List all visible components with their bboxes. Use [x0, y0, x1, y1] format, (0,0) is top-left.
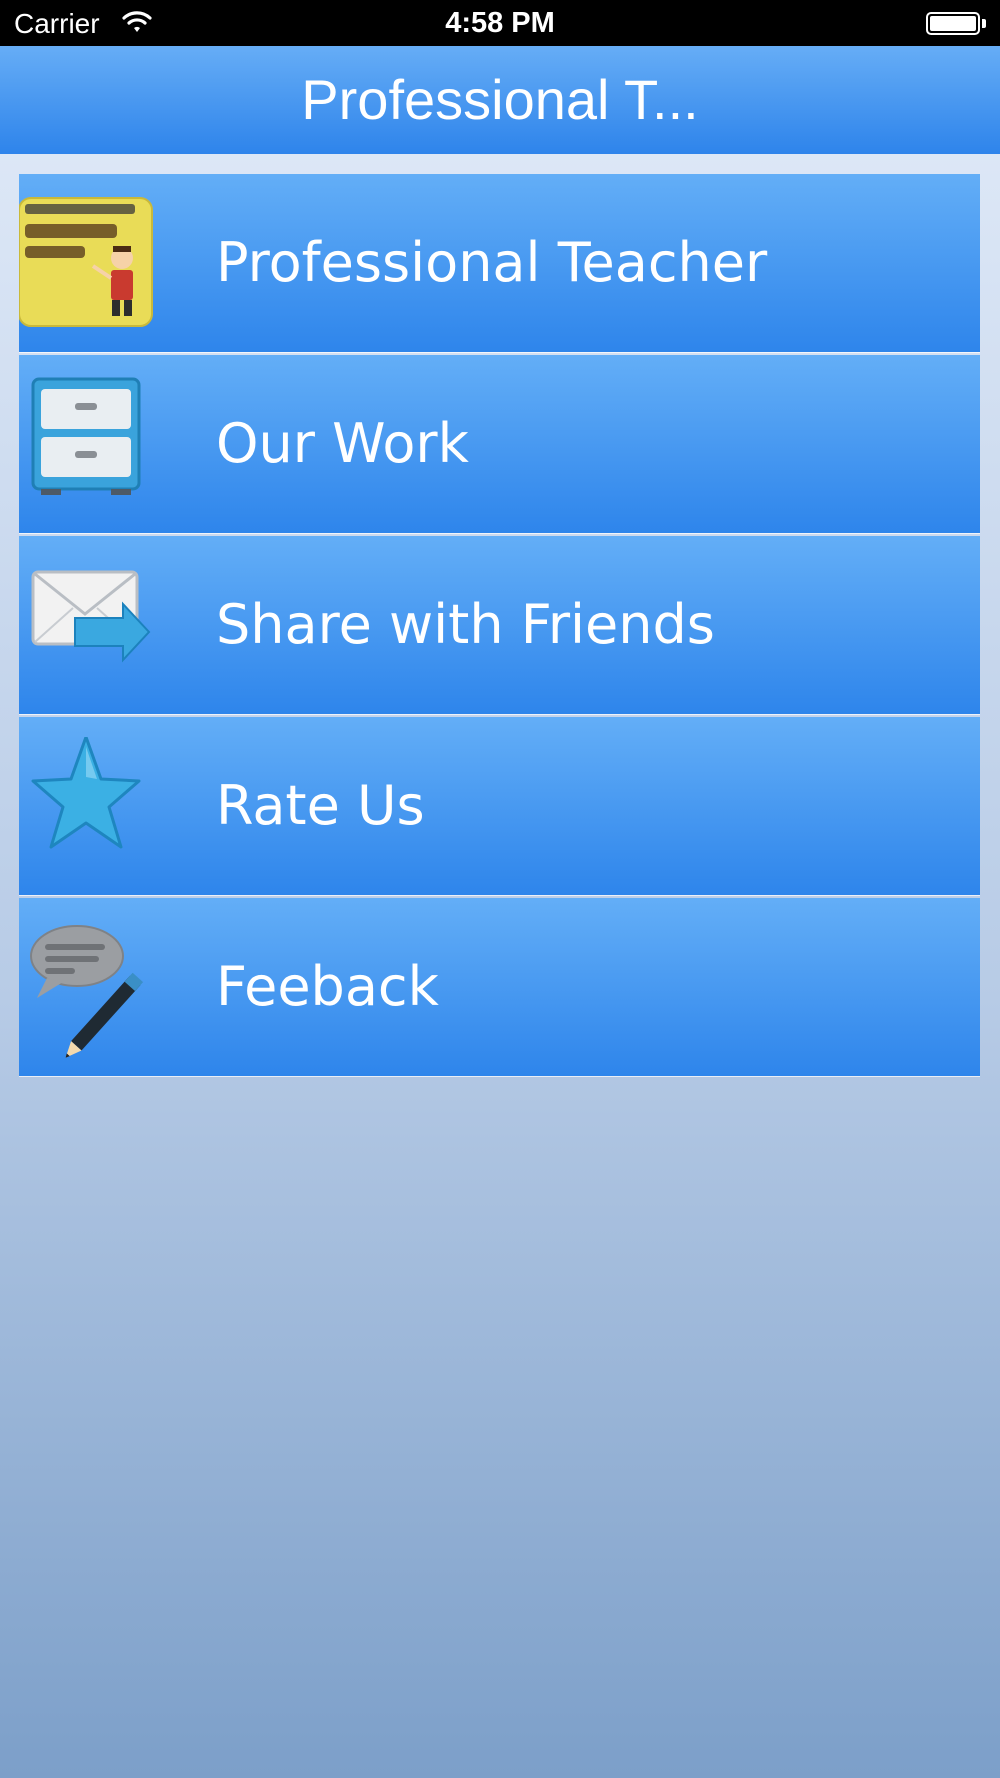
main-menu: Professional Teacher Our Work Share with… [18, 174, 980, 1079]
battery-tip [982, 19, 986, 28]
battery-icon [926, 12, 980, 35]
envelope-arrow-icon [19, 556, 159, 696]
menu-item-label: Share with Friends [216, 593, 715, 656]
menu-item-rate-us[interactable]: Rate Us [19, 717, 980, 895]
menu-item-label: Feeback [216, 955, 439, 1018]
status-bar: Carrier 4:58 PM [0, 0, 1000, 46]
file-cabinet-icon [19, 375, 159, 515]
speech-bubble-pencil-icon [19, 918, 159, 1058]
star-icon [19, 735, 159, 877]
menu-item-feedback[interactable]: Feeback [19, 898, 980, 1076]
menu-item-label: Rate Us [216, 774, 425, 837]
menu-item-professional-teacher[interactable]: Professional Teacher [18, 174, 980, 352]
menu-item-label: Professional Teacher [216, 231, 768, 294]
menu-item-label: Our Work [216, 412, 469, 475]
app-logo-icon [18, 194, 159, 334]
status-time: 4:58 PM [445, 7, 555, 39]
navigation-bar: Professional T... [0, 46, 1000, 154]
menu-item-share-with-friends[interactable]: Share with Friends [19, 536, 980, 714]
menu-item-our-work[interactable]: Our Work [19, 355, 980, 533]
page-title: Professional T... [301, 68, 699, 131]
